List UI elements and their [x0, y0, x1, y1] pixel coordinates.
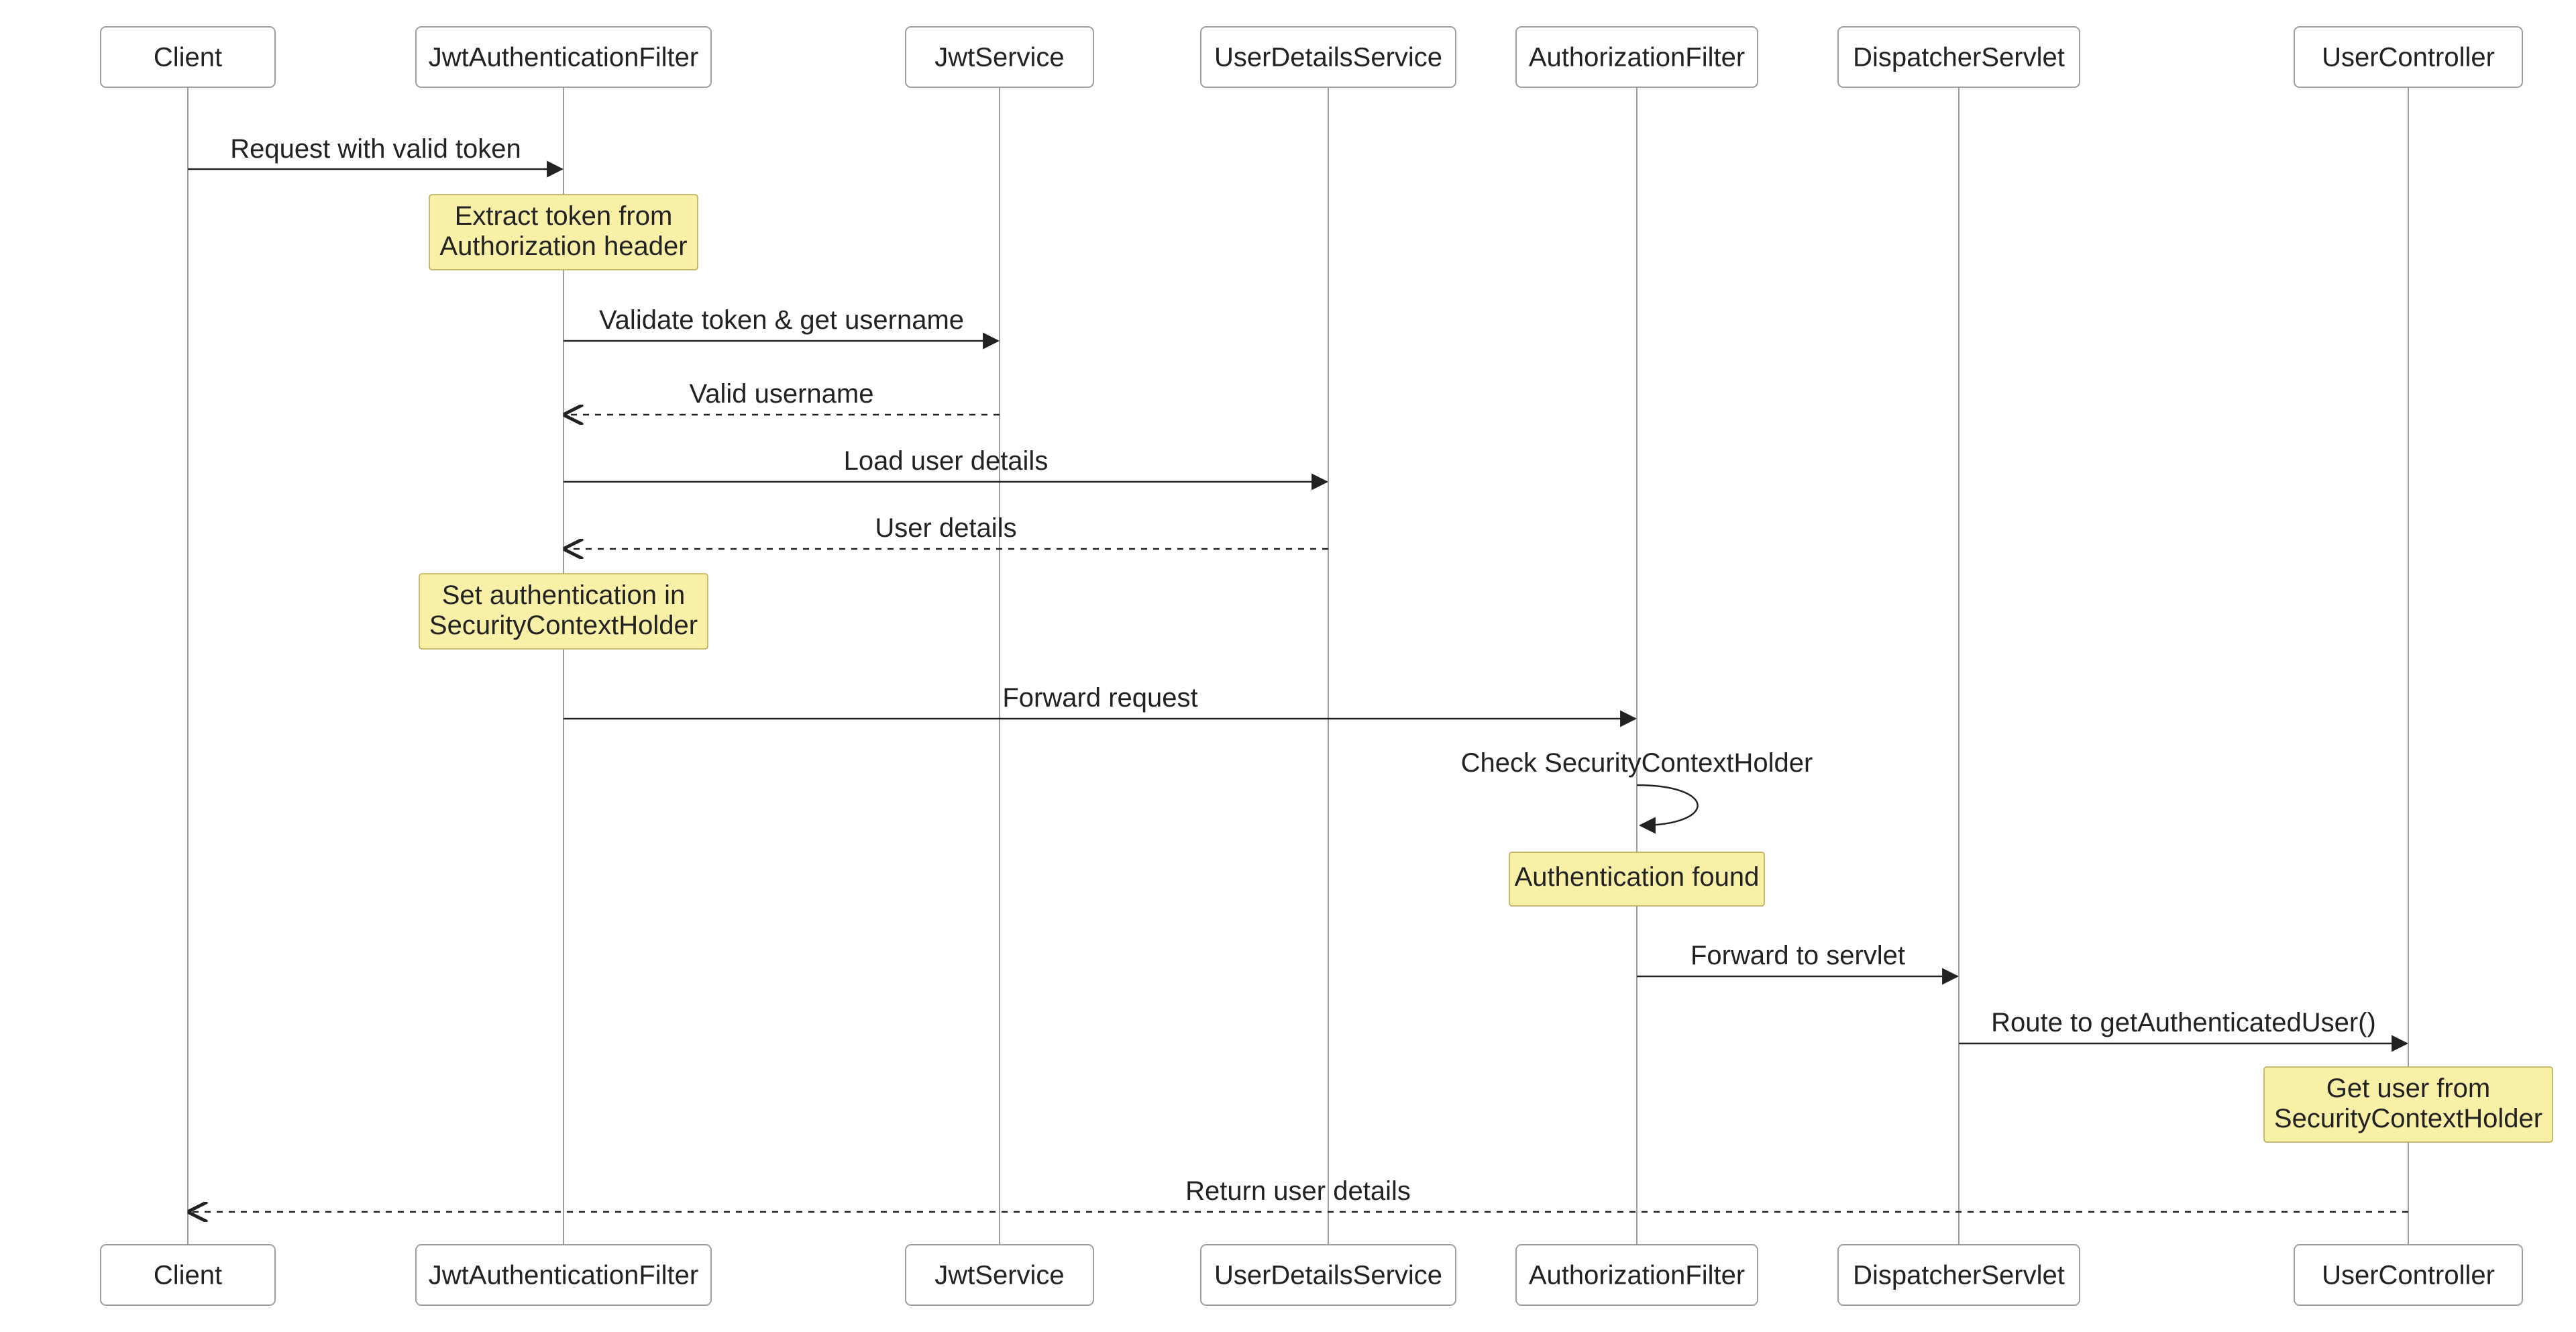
actor-jwtservice-bottom: JwtService — [906, 1245, 1093, 1305]
actor-client-bottom: Client — [101, 1245, 275, 1305]
svg-text:Authentication found: Authentication found — [1515, 862, 1760, 892]
msg-route-getuser: Route to getAuthenticatedUser() — [1991, 1008, 2376, 1037]
msg-return-user: Return user details — [1185, 1176, 1411, 1206]
actor-label: JwtAuthenticationFilter — [429, 43, 698, 72]
svg-text:SecurityContextHolder: SecurityContextHolder — [2274, 1104, 2542, 1133]
svg-text:SecurityContextHolder: SecurityContextHolder — [429, 611, 698, 640]
actor-label: UserDetailsService — [1214, 1261, 1442, 1290]
actor-client-top: Client — [101, 27, 275, 87]
actor-label: UserController — [2322, 1261, 2495, 1290]
actor-jwtservice-top: JwtService — [906, 27, 1093, 87]
actor-label: JwtService — [934, 1261, 1064, 1290]
actor-label: UserDetailsService — [1214, 43, 1442, 72]
note-set-auth: Set authentication in SecurityContextHol… — [419, 574, 708, 649]
actor-authfilter-top: AuthorizationFilter — [1516, 27, 1758, 87]
svg-text:Extract token from: Extract token from — [455, 201, 673, 231]
msg-validate-token: Validate token & get username — [599, 305, 964, 335]
note-extract-token: Extract token from Authorization header — [429, 195, 698, 270]
arrow-self-check-ctx — [1637, 785, 1698, 825]
msg-forward-request: Forward request — [1002, 683, 1197, 713]
svg-text:Authorization header: Authorization header — [439, 232, 687, 261]
svg-text:Set authentication in: Set authentication in — [442, 580, 685, 610]
actor-label: Client — [154, 1261, 222, 1290]
actor-authfilter-bottom: AuthorizationFilter — [1516, 1245, 1758, 1305]
note-get-user-ctx: Get user from SecurityContextHolder — [2264, 1067, 2553, 1142]
msg-valid-username: Valid username — [690, 379, 874, 409]
actor-controller-top: UserController — [2294, 27, 2522, 87]
actor-userdetails-bottom: UserDetailsService — [1201, 1245, 1456, 1305]
actor-controller-bottom: UserController — [2294, 1245, 2522, 1305]
actor-label: AuthorizationFilter — [1529, 1261, 1745, 1290]
actor-label: AuthorizationFilter — [1529, 43, 1745, 72]
actor-label: JwtService — [934, 43, 1064, 72]
note-auth-found: Authentication found — [1509, 852, 1764, 906]
actor-label: JwtAuthenticationFilter — [429, 1261, 698, 1290]
msg-request-token: Request with valid token — [230, 134, 521, 164]
msg-user-details: User details — [875, 513, 1016, 543]
msg-load-user: Load user details — [844, 446, 1049, 476]
actor-label: UserController — [2322, 43, 2495, 72]
actor-label: DispatcherServlet — [1853, 43, 2065, 72]
actor-label: DispatcherServlet — [1853, 1261, 2065, 1290]
svg-text:Get user from: Get user from — [2326, 1074, 2491, 1103]
actor-label: Client — [154, 43, 222, 72]
msg-check-ctx: Check SecurityContextHolder — [1461, 748, 1813, 778]
actor-dispatcher-bottom: DispatcherServlet — [1838, 1245, 2080, 1305]
sequence-diagram: Client JwtAuthenticationFilter JwtServic… — [0, 0, 2576, 1332]
actor-userdetails-top: UserDetailsService — [1201, 27, 1456, 87]
msg-forward-servlet: Forward to servlet — [1690, 941, 1905, 970]
actor-jwtfilter-top: JwtAuthenticationFilter — [416, 27, 711, 87]
actor-dispatcher-top: DispatcherServlet — [1838, 27, 2080, 87]
actor-jwtfilter-bottom: JwtAuthenticationFilter — [416, 1245, 711, 1305]
